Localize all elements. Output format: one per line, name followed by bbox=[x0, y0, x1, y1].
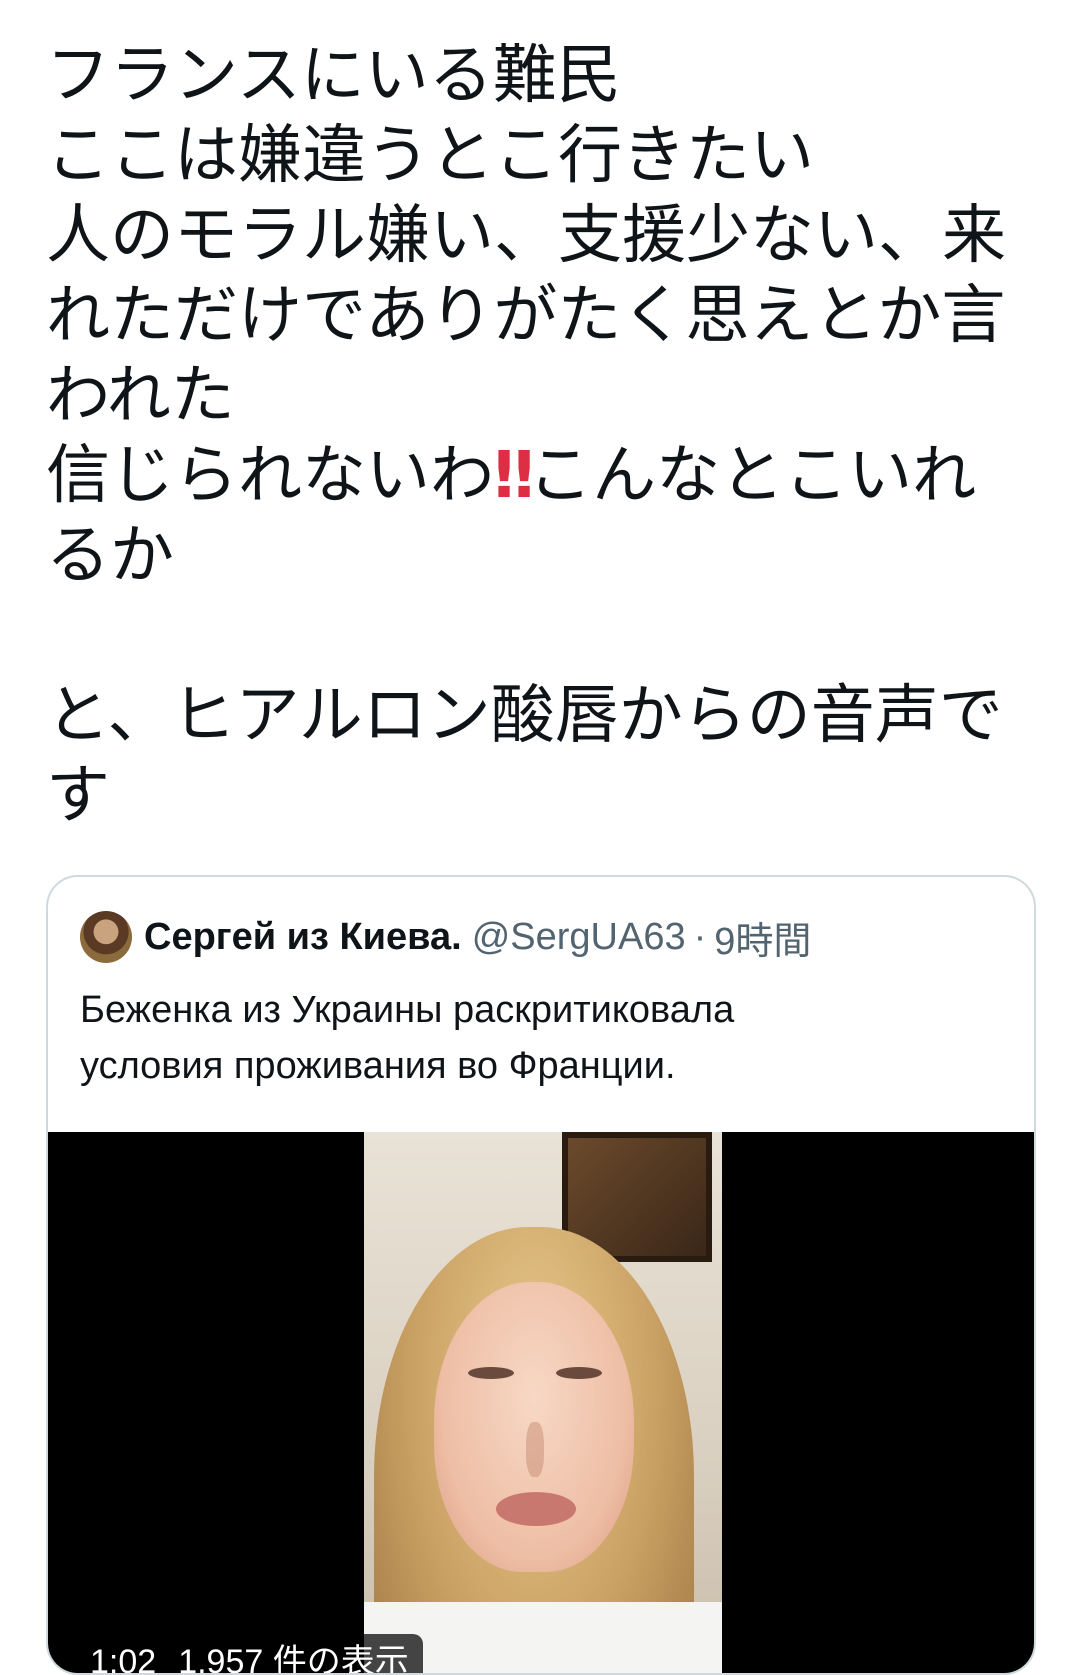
quoted-tweet-line: Беженка из Украины раскритиковала bbox=[80, 989, 735, 1031]
tweet-text: フランスにいる難民 ここは嫌違うとこ行きたい 人のモラル嫌い、支援少ない、来 れ… bbox=[46, 36, 1046, 836]
double-exclamation-emoji-icon: ‼ bbox=[494, 439, 534, 513]
avatar[interactable] bbox=[80, 911, 132, 963]
tweet-line-with-emoji: 信じられないわ‼こんなとこいれ bbox=[46, 436, 1046, 516]
quoted-tweet-text: Беженка из Украины раскритиковала услови… bbox=[80, 982, 1000, 1094]
quoted-tweet-line: условия проживания во Франции. bbox=[80, 1045, 676, 1087]
nose bbox=[526, 1422, 544, 1477]
tweet-line: れただけでありがたく思えとか言 bbox=[46, 279, 1006, 353]
quoted-tweet-card[interactable]: Сергей из Киева. @SergUA63 · 9時間 Беженка… bbox=[46, 875, 1036, 1675]
video-views: 1,957 件の表示 bbox=[178, 1643, 409, 1675]
author-name[interactable]: Сергей из Киева. bbox=[144, 916, 462, 959]
tweet-line-part: こんなとこいれ bbox=[528, 439, 977, 513]
timestamp[interactable]: 9時間 bbox=[714, 910, 811, 965]
tweet-line: われた bbox=[46, 359, 235, 433]
tweet-line: す bbox=[46, 759, 110, 833]
separator-dot: · bbox=[693, 915, 707, 958]
author-handle[interactable]: @SergUA63 bbox=[472, 916, 686, 959]
lips bbox=[496, 1492, 576, 1526]
video-duration: 1:02 bbox=[90, 1643, 157, 1675]
eye bbox=[556, 1367, 602, 1379]
tweet-line: ここは嫌違うとこ行きたい bbox=[46, 119, 814, 193]
video-info-badge: 1:02 1,957 件の表示 bbox=[76, 1634, 423, 1675]
video-player[interactable]: 1:02 1,957 件の表示 bbox=[48, 1132, 1034, 1675]
tweet-line: と、ヒアルロン酸唇からの音声で bbox=[46, 679, 1003, 753]
eye bbox=[468, 1367, 514, 1379]
person-face bbox=[434, 1282, 634, 1572]
tweet-line: 人のモラル嫌い、支援少ない、来 bbox=[46, 199, 1006, 273]
video-thumbnail[interactable] bbox=[364, 1132, 722, 1673]
tweet-line: るか bbox=[46, 519, 174, 593]
quoted-tweet-header: Сергей из Киева. @SergUA63 · 9時間 bbox=[80, 909, 811, 965]
tweet-line-part: 信じられないわ bbox=[46, 439, 494, 513]
tweet-line: フランスにいる難民 bbox=[46, 39, 621, 113]
